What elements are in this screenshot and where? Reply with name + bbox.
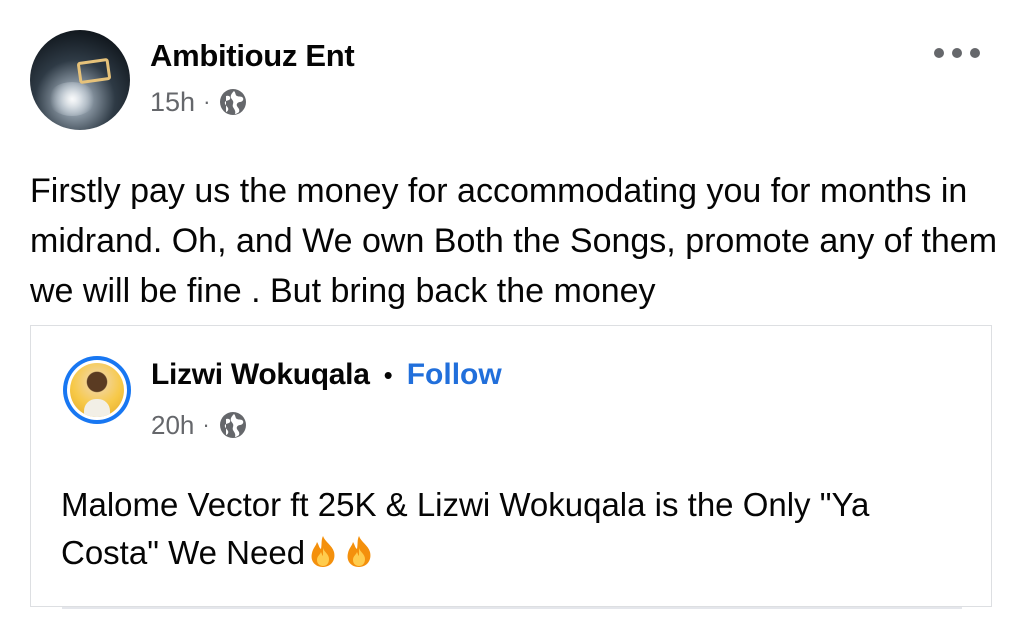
more-dot [934,48,944,58]
post-message: Firstly pay us the money for accommodati… [30,172,998,310]
shared-post-card[interactable]: Lizwi Wokuqala • Follow 20h · Malome Vec… [30,325,992,607]
author-avatar[interactable] [30,30,130,130]
follow-button[interactable]: Follow [407,358,502,392]
fire-emoji-icon [311,536,335,567]
globe-icon [220,89,247,115]
avatar-ring-inner [67,360,127,420]
avatar-smoke-graphic [48,82,96,116]
author-name[interactable]: Ambitiouz Ent [150,38,355,74]
meta-separator: · [203,89,211,114]
post-meta: 15h · [150,84,248,120]
name-separator: • [383,359,393,390]
shared-post-timestamp[interactable]: 20h [151,410,194,441]
card-divider [62,607,962,609]
shared-name-row: Lizwi Wokuqala • Follow [151,358,502,392]
shared-post-meta: 20h · [151,408,248,442]
avatar-logo-graphic [76,57,112,85]
more-dot [952,48,962,58]
shared-author-avatar[interactable] [63,356,131,424]
more-dot [970,48,980,58]
shared-post-message: Malome Vector ft 25K & Lizwi Wokuqala is… [61,481,971,577]
shared-message-text: Malome Vector ft 25K & Lizwi Wokuqala is… [61,486,870,571]
avatar-photo [70,363,124,417]
more-options-icon[interactable] [934,38,980,68]
shared-author-name[interactable]: Lizwi Wokuqala [151,358,370,392]
fire-emoji-icon [347,536,371,567]
globe-icon [219,412,246,438]
post-header: Ambitiouz Ent 15h · [30,30,990,130]
avatar-photo-detail [84,399,110,417]
shared-meta-separator: · [202,412,210,437]
post-timestamp[interactable]: 15h [150,87,195,118]
